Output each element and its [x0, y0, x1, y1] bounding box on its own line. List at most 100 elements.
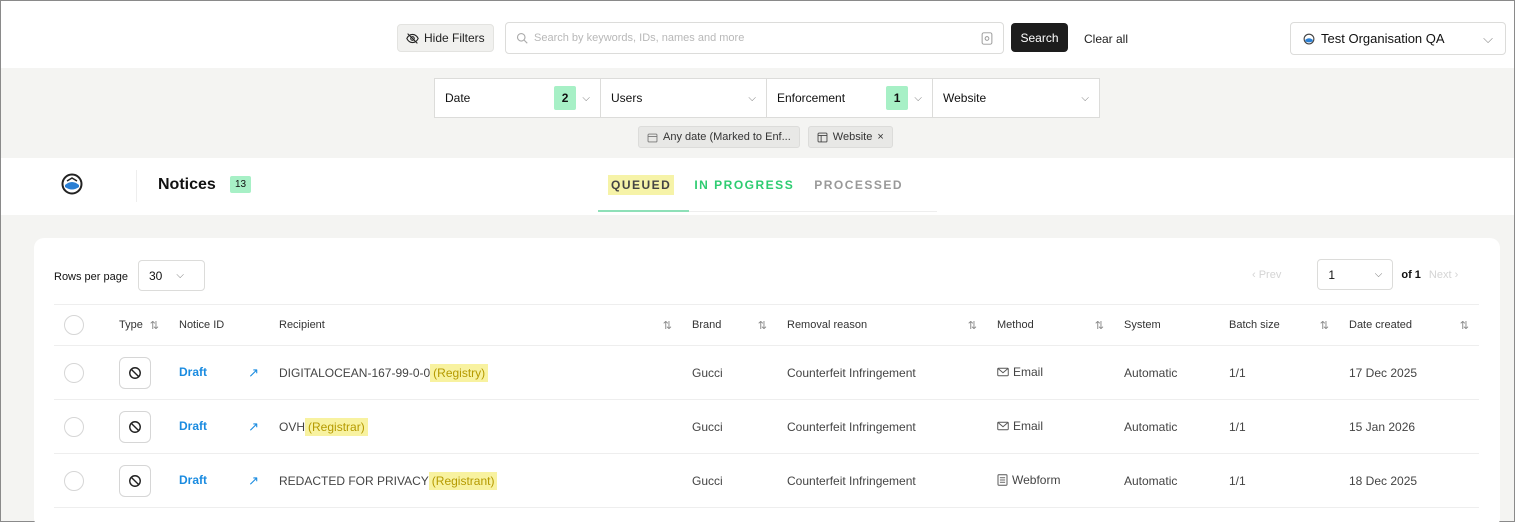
tab-baseline: [689, 211, 937, 212]
table-row[interactable]: Draft ↗ REDACTED FOR PRIVACY (Registrant) …: [54, 453, 1479, 508]
recipient-cell: REDACTED FOR PRIVACY (Registrant): [269, 453, 682, 508]
rows-per-page-select[interactable]: 30 ⌵: [138, 260, 205, 291]
column-label: Brand: [692, 318, 722, 331]
select-all-checkbox[interactable]: [64, 315, 84, 335]
enforcement-filter-dropdown[interactable]: Enforcement 1 ⌵: [767, 79, 933, 117]
notice-id-cell: Draft ↗: [169, 453, 269, 508]
table-row[interactable]: Draft ↗ DIGITALOCEAN-167-99-0-0 (Registry)…: [54, 345, 1479, 400]
sort-icon[interactable]: ⇅: [663, 319, 672, 332]
organisation-select[interactable]: Test Organisation QA ⌵: [1290, 22, 1506, 55]
system-cell: Automatic: [1114, 345, 1219, 400]
external-link-icon[interactable]: ↗: [248, 473, 259, 489]
column-label: Batch size: [1229, 318, 1280, 331]
status-tabs: QUEUED IN PROGRESS PROCESSED: [598, 158, 913, 212]
notice-type-icon: [119, 356, 151, 389]
notice-id-link[interactable]: Draft: [179, 419, 207, 433]
date-chip-label: Any date (Marked to Enf...: [663, 131, 791, 143]
search-button[interactable]: Search: [1011, 23, 1068, 52]
tab-queued[interactable]: QUEUED: [598, 158, 684, 212]
external-link-icon[interactable]: ↗: [248, 365, 259, 381]
rows-per-page-value: 30: [149, 268, 163, 283]
active-filter-chips: Any date (Marked to Enf... Website ×: [638, 126, 893, 148]
tab-processed-label: PROCESSED: [814, 178, 904, 192]
sort-icon[interactable]: ⇅: [150, 319, 159, 332]
chevron-down-icon: ⌵: [1081, 92, 1089, 104]
table-row[interactable]: Draft ↗ OVH (Registrar) Gucci Counterfeit …: [54, 399, 1479, 454]
hide-filters-label: Hide Filters: [424, 31, 485, 45]
close-icon[interactable]: ×: [877, 131, 883, 143]
date-filter-label: Date: [445, 91, 471, 105]
filter-dropdowns: Date 2 ⌵ Users ⌵ Enforcement 1 ⌵ Website…: [434, 78, 1100, 118]
search-input[interactable]: [534, 32, 975, 44]
date-filter-chip[interactable]: Any date (Marked to Enf...: [638, 126, 800, 148]
header-divider: [136, 170, 137, 202]
column-header-brand[interactable]: Brand ⇅: [682, 304, 777, 346]
date-created-cell: 18 Dec 2025: [1339, 453, 1479, 508]
pagination: ‹ Prev 1 ⌵ of 1 Next ›: [1252, 259, 1458, 290]
column-label: Date created: [1349, 318, 1412, 331]
image-search-icon[interactable]: [981, 31, 993, 45]
row-select-cell: [54, 453, 109, 508]
column-header-date-created[interactable]: Date created ⇅: [1339, 304, 1479, 346]
rows-per-page-label: Rows per page: [54, 271, 128, 283]
removal-reason-cell: Counterfeit Infringement: [777, 399, 987, 454]
method-cell: Email: [987, 399, 1114, 454]
website-filter-dropdown[interactable]: Website ⌵: [933, 79, 1099, 117]
chevron-down-icon: ⌵: [914, 92, 922, 104]
search-box[interactable]: [505, 22, 1004, 54]
users-filter-dropdown[interactable]: Users ⌵: [601, 79, 767, 117]
column-header-batch-size[interactable]: Batch size ⇅: [1219, 304, 1339, 346]
row-checkbox[interactable]: [64, 362, 84, 383]
sort-icon[interactable]: ⇅: [1320, 319, 1329, 332]
type-cell: [109, 345, 169, 400]
page-select[interactable]: 1 ⌵: [1317, 259, 1394, 290]
prev-page-button[interactable]: ‹ Prev: [1252, 269, 1281, 281]
tab-in-progress[interactable]: IN PROGRESS: [684, 158, 804, 212]
brand-cell: Gucci: [682, 345, 777, 400]
tab-queued-label: QUEUED: [608, 175, 675, 195]
notices-table-card: Rows per page 30 ⌵ ‹ Prev 1 ⌵ of 1 Next …: [34, 238, 1500, 522]
next-page-button[interactable]: Next ›: [1429, 269, 1458, 281]
hide-filters-button[interactable]: Hide Filters: [397, 24, 494, 52]
column-header-removal-reason[interactable]: Removal reason ⇅: [777, 304, 987, 346]
tab-processed[interactable]: PROCESSED: [804, 158, 913, 212]
row-select-cell: [54, 399, 109, 454]
sort-icon[interactable]: ⇅: [968, 319, 977, 332]
external-link-icon[interactable]: ↗: [248, 419, 259, 435]
recipient-name: REDACTED FOR PRIVACY: [279, 473, 429, 488]
column-label: Type: [119, 318, 143, 331]
clear-all-link[interactable]: Clear all: [1084, 32, 1128, 46]
column-header-method[interactable]: Method ⇅: [987, 304, 1114, 346]
notice-type-icon: [119, 410, 151, 443]
chevron-down-icon: ⌵: [748, 92, 756, 104]
users-filter-label: Users: [611, 91, 643, 105]
date-created-cell: 17 Dec 2025: [1339, 345, 1479, 400]
website-chip-label: Website: [832, 131, 873, 143]
column-header-system: System: [1114, 304, 1219, 346]
organisation-name: Test Organisation QA: [1321, 31, 1445, 46]
date-filter-count: 2: [553, 86, 577, 110]
column-header-type[interactable]: Type ⇅: [109, 304, 169, 346]
recipient-role: (Registrar): [305, 417, 368, 436]
website-filter-chip[interactable]: Website ×: [807, 126, 893, 148]
date-created-cell: 15 Jan 2026: [1339, 399, 1479, 454]
website-icon: [817, 132, 828, 142]
column-header-recipient[interactable]: Recipient ⇅: [269, 304, 682, 346]
system-cell: Automatic: [1114, 453, 1219, 508]
notice-type-icon: [119, 464, 151, 497]
notice-id-link[interactable]: Draft: [179, 473, 207, 487]
eye-off-icon: [406, 32, 419, 44]
method-cell: Webform: [987, 453, 1114, 508]
batch-size-cell: 1/1: [1219, 345, 1339, 400]
sort-icon[interactable]: ⇅: [758, 319, 767, 332]
sort-icon[interactable]: ⇅: [1095, 319, 1104, 332]
row-checkbox[interactable]: [64, 470, 84, 491]
search-icon: [516, 32, 528, 44]
notice-id-link[interactable]: Draft: [179, 365, 207, 379]
row-checkbox[interactable]: [64, 416, 84, 437]
sort-icon[interactable]: ⇅: [1460, 319, 1469, 332]
mail-icon: [997, 421, 1009, 431]
table-header-row: Type ⇅ Notice ID Recipient ⇅ Brand ⇅ Remova…: [54, 304, 1479, 346]
date-filter-dropdown[interactable]: Date 2 ⌵: [435, 79, 601, 117]
select-all-cell: [54, 304, 109, 346]
